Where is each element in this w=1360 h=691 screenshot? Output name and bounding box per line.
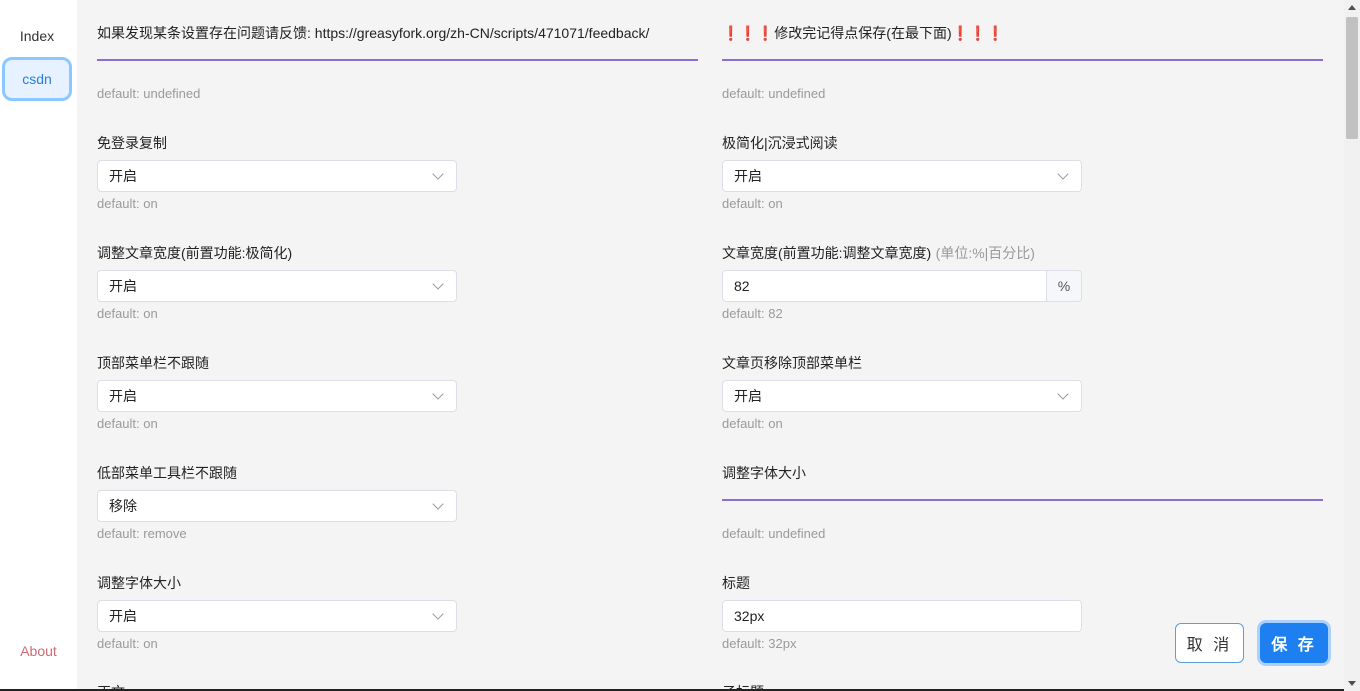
top-menu-default: default: on: [97, 416, 158, 431]
chevron-down-icon: [432, 278, 444, 290]
font-size-label: 调整字体大小: [97, 575, 181, 591]
remove-top-menu-select[interactable]: 开启: [722, 380, 1082, 412]
bottom-toolbar-default: default: remove: [97, 526, 187, 541]
article-width-input-group: 82 %: [722, 270, 1082, 302]
sidebar-item-index[interactable]: Index: [2, 14, 72, 58]
article-width-label: 文章宽度(前置功能:调整文章宽度): [722, 245, 932, 261]
top-menu-label: 顶部菜单栏不跟随: [97, 355, 209, 371]
cancel-button[interactable]: 取 消: [1175, 623, 1244, 663]
feedback-default: default: undefined: [97, 86, 201, 101]
chevron-down-icon: [432, 498, 444, 510]
font-size-select-value: 开启: [109, 608, 137, 624]
minimal-default: default: on: [722, 196, 783, 211]
font-section-label: 调整字体大小: [722, 465, 806, 481]
settings-panel: 如果发现某条设置存在问题请反馈: https://greasyfork.org/…: [77, 0, 1344, 691]
bottom-toolbar-label: 低部菜单工具栏不跟随: [97, 465, 237, 481]
heading-default: default: 32px: [722, 636, 797, 651]
scroll-down-icon[interactable]: [1348, 681, 1356, 686]
sidebar-item-csdn[interactable]: csdn: [2, 57, 72, 101]
copy-select[interactable]: 开启: [97, 160, 457, 192]
warning-title: ❗❗❗修改完记得点保存(在最下面)❗❗❗: [722, 25, 1004, 41]
sidebar-item-about[interactable]: About: [0, 643, 77, 659]
warning-default: default: undefined: [722, 86, 826, 101]
chevron-down-icon: [432, 388, 444, 400]
minimal-select-value: 开启: [734, 168, 762, 184]
chevron-down-icon: [1057, 168, 1069, 180]
width-adjust-default: default: on: [97, 306, 158, 321]
minimal-select[interactable]: 开启: [722, 160, 1082, 192]
scrollbar-thumb[interactable]: [1346, 17, 1358, 139]
font-size-default: default: on: [97, 636, 158, 651]
width-adjust-label: 调整文章宽度(前置功能:极简化): [97, 245, 293, 261]
copy-select-value: 开启: [109, 168, 137, 184]
feedback-title: 如果发现某条设置存在问题请反馈: https://greasyfork.org/…: [97, 25, 650, 41]
save-button[interactable]: 保 存: [1260, 623, 1328, 663]
heading-label: 标题: [722, 575, 750, 591]
chevron-down-icon: [432, 608, 444, 620]
chevron-down-icon: [1057, 388, 1069, 400]
minimal-label: 极简化|沉浸式阅读: [722, 135, 838, 151]
width-adjust-select-value: 开启: [109, 278, 137, 294]
bottom-toolbar-select[interactable]: 移除: [97, 490, 457, 522]
sidebar: Index csdn About: [0, 0, 77, 691]
remove-top-menu-default: default: on: [722, 416, 783, 431]
remove-top-menu-select-value: 开启: [734, 388, 762, 404]
bottom-toolbar-select-value: 移除: [109, 498, 137, 514]
heading-size-input[interactable]: 32px: [722, 600, 1082, 632]
vertical-scrollbar[interactable]: [1344, 0, 1360, 691]
section-divider: [722, 499, 1323, 501]
section-divider: [722, 59, 1323, 61]
article-width-default: default: 82: [722, 306, 783, 321]
font-size-select[interactable]: 开启: [97, 600, 457, 632]
font-section-default: default: undefined: [722, 526, 826, 541]
copy-label: 免登录复制: [97, 135, 167, 151]
top-menu-select-value: 开启: [109, 388, 137, 404]
article-width-unit: %: [1047, 270, 1082, 302]
article-width-input[interactable]: 82: [722, 270, 1047, 302]
chevron-down-icon: [432, 168, 444, 180]
scroll-up-icon[interactable]: [1348, 5, 1356, 10]
article-width-hint: (单位:%|百分比): [935, 245, 1035, 261]
width-adjust-select[interactable]: 开启: [97, 270, 457, 302]
section-divider: [97, 59, 698, 61]
copy-default: default: on: [97, 196, 158, 211]
top-menu-select[interactable]: 开启: [97, 380, 457, 412]
remove-top-menu-label: 文章页移除顶部菜单栏: [722, 355, 862, 371]
